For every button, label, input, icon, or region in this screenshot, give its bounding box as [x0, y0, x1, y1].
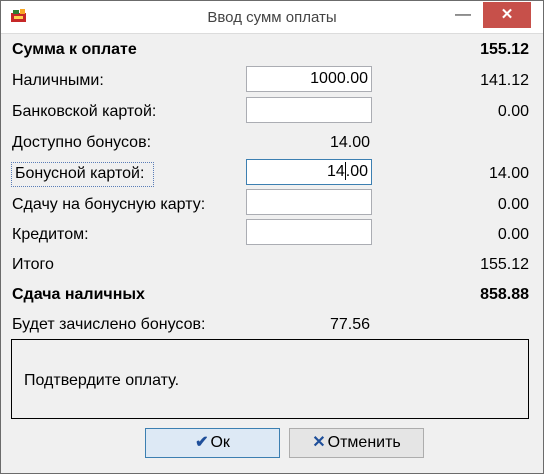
- bonus-credit-value: 77.56: [329, 316, 370, 333]
- cash-label: Наличными:: [12, 72, 104, 89]
- bonus-credit-label: Будет зачислено бонусов:: [12, 316, 206, 333]
- ok-button[interactable]: ✔ Ок: [145, 428, 280, 458]
- bank-card-value: 0.00: [497, 103, 529, 120]
- cancel-button[interactable]: ✕ Отменить: [289, 428, 424, 458]
- cash-change-value: 858.88: [480, 286, 529, 303]
- total-due-value: 155.12: [480, 41, 529, 58]
- bonus-available-value: 14.00: [329, 134, 370, 151]
- minimize-button[interactable]: —: [449, 2, 477, 28]
- bonus-card-input-text: 14: [326, 163, 345, 180]
- change-to-bonus-value: 0.00: [497, 196, 529, 213]
- payment-dialog: Ввод сумм оплаты — ✕ Сумма к оплате 155.…: [0, 0, 544, 474]
- credit-label: Кредитом:: [12, 226, 89, 243]
- bank-card-input[interactable]: [246, 97, 372, 123]
- bonus-available-label: Доступно бонусов:: [12, 134, 152, 151]
- change-to-bonus-label: Сдачу на бонусную карту:: [12, 196, 206, 213]
- credit-input[interactable]: [246, 219, 372, 245]
- cancel-button-label: Отменить: [327, 434, 401, 451]
- credit-value: 0.00: [497, 226, 529, 243]
- bonus-card-value: 14.00: [488, 165, 529, 182]
- check-icon: ✔: [195, 434, 209, 451]
- bonus-card-input-text-after: .00: [345, 163, 368, 180]
- title-bar: Ввод сумм оплаты — ✕: [1, 1, 543, 34]
- confirm-message: Подтвердите оплату.: [24, 372, 180, 389]
- cash-input[interactable]: 1000.00: [246, 66, 372, 92]
- ok-button-label: Ок: [210, 434, 230, 451]
- cash-value: 141.12: [480, 72, 529, 89]
- x-icon: ✕: [312, 434, 326, 451]
- total-label: Итого: [12, 256, 54, 273]
- bonus-card-label: Бонусной картой:: [15, 165, 145, 182]
- total-value: 155.12: [480, 256, 529, 273]
- bonus-card-input[interactable]: 14.00: [246, 159, 372, 185]
- message-panel: Подтвердите оплату.: [11, 339, 529, 419]
- close-button[interactable]: ✕: [483, 2, 531, 28]
- total-due-label: Сумма к оплате: [12, 41, 137, 58]
- bank-card-label: Банковской картой:: [12, 103, 157, 120]
- change-to-bonus-input[interactable]: [246, 189, 372, 215]
- cash-change-label: Сдача наличных: [12, 286, 145, 303]
